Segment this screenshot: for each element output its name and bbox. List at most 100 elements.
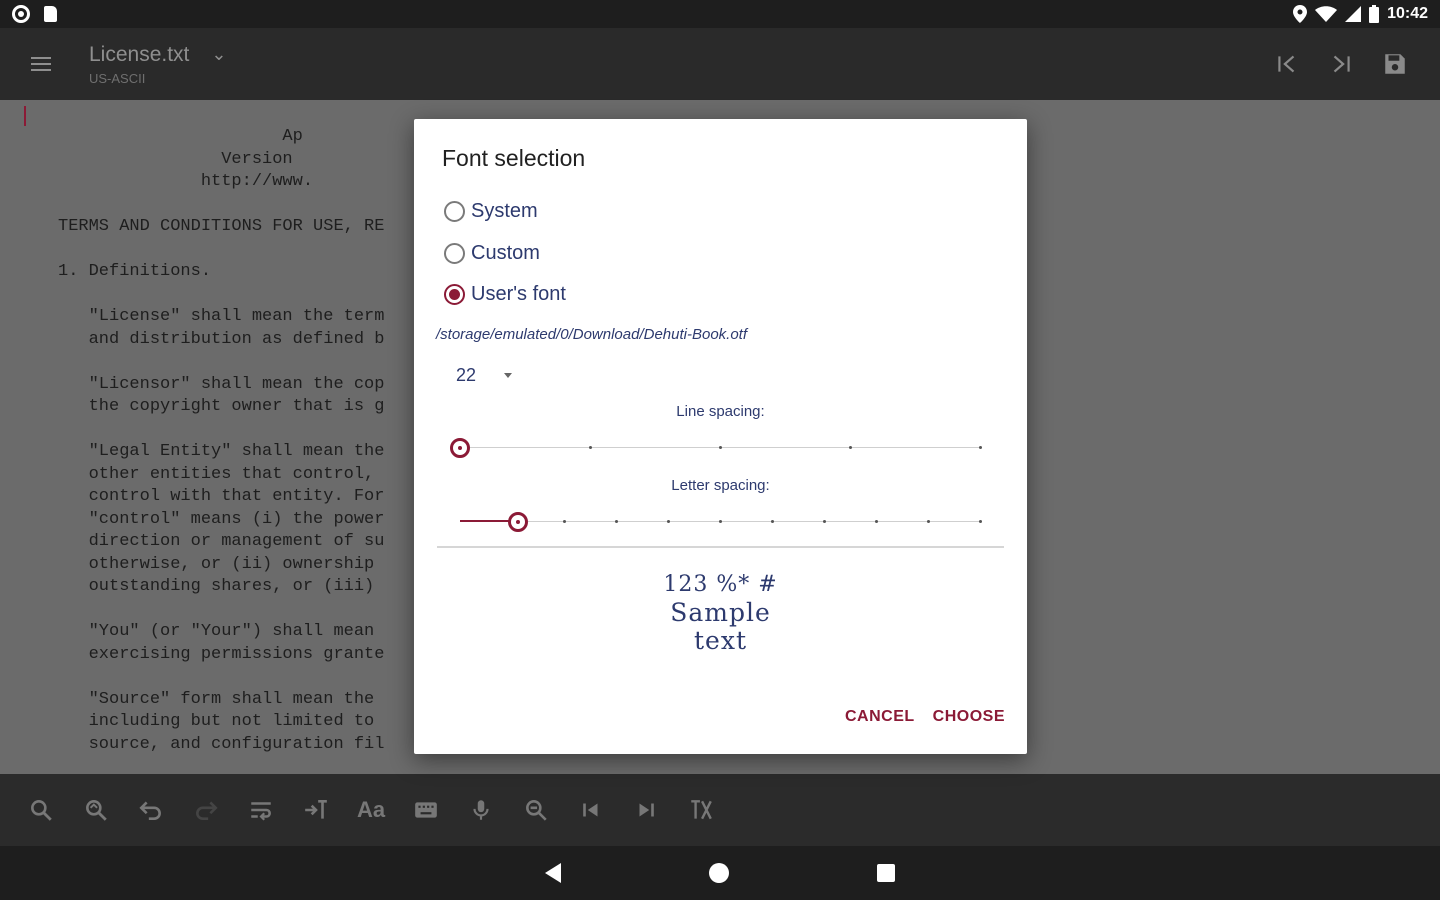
editor-line: "Legal Entity" shall mean the: [58, 442, 385, 461]
font-file-path[interactable]: /storage/emulated/0/Download/Dehuti-Book…: [436, 326, 747, 343]
editor-line: "control" means (i) the power: [58, 509, 385, 529]
sample-line: 123 %* #: [663, 572, 778, 597]
radio-option-system[interactable]: System: [444, 200, 538, 223]
editor-line: Ap: [58, 127, 303, 146]
back-icon[interactable]: [545, 863, 561, 883]
recents-icon[interactable]: [877, 864, 895, 882]
radio-option-custom[interactable]: Custom: [444, 242, 540, 265]
search-replace-icon: [86, 800, 107, 821]
search-replace-button[interactable]: [83, 797, 109, 823]
radio-option-users-font[interactable]: User's font: [444, 283, 566, 306]
slider-tick: [849, 446, 852, 449]
slider-tick: [823, 520, 826, 523]
zoom-icon: [526, 800, 547, 821]
jump-start-icon: [583, 803, 598, 817]
editor-line: including but not limited to: [58, 712, 385, 731]
jump-end-icon: [1333, 55, 1350, 73]
slider-tick: [927, 520, 930, 523]
jump-start-icon: [1278, 55, 1295, 73]
text-cursor: [24, 106, 26, 126]
redo-button[interactable]: [193, 797, 219, 823]
microphone-button[interactable]: [468, 797, 494, 823]
wrap-button[interactable]: [248, 797, 274, 823]
prev-match-button[interactable]: [578, 797, 604, 823]
save-icon: [1385, 54, 1405, 74]
editor-line: and distribution as defined b: [58, 329, 385, 349]
status-bar: 10:42: [0, 0, 1440, 28]
system-nav-bar: [0, 846, 1440, 900]
editor-line: the copyright owner that is g: [58, 397, 385, 416]
radio-button[interactable]: [444, 243, 465, 264]
keyboard-icon: [415, 802, 437, 818]
home-icon[interactable]: [709, 863, 729, 883]
slider-tick: [667, 520, 670, 523]
app-bar: License.txt ⌄ US-ASCII: [0, 28, 1440, 100]
slider-thumb[interactable]: [450, 438, 470, 458]
editor-line: source, and configuration fil: [58, 734, 385, 754]
menu-icon[interactable]: [31, 57, 51, 71]
case-button[interactable]: [688, 797, 714, 823]
line-spacing-label: Line spacing:: [676, 403, 765, 420]
signal-icon: [1345, 6, 1362, 22]
editor-text[interactable]: Ap Version http://www. TERMS AND CONDITI…: [58, 126, 384, 756]
wifi-icon: [1315, 6, 1338, 22]
zoom-button[interactable]: [523, 797, 549, 823]
slider-tick: [563, 520, 566, 523]
editor-line: "Licensor" shall mean the cop: [58, 374, 385, 394]
line-spacing-slider[interactable]: [450, 438, 982, 458]
letter-spacing-slider[interactable]: [460, 512, 982, 532]
font-size-select[interactable]: 22: [456, 365, 513, 386]
file-title: License.txt: [89, 42, 190, 66]
slider-tick: [719, 446, 722, 449]
jump-end-button[interactable]: [1328, 51, 1354, 77]
editor-line: TERMS AND CONDITIONS FOR USE, RE: [58, 217, 385, 236]
status-time: 10:42: [1387, 5, 1428, 22]
slider-tick: [979, 446, 982, 449]
editor-line: 1. Definitions.: [58, 262, 212, 281]
editor-line: otherwise, or (ii) ownership: [58, 554, 385, 574]
next-match-button[interactable]: [633, 797, 659, 823]
sample-line: Sample: [670, 598, 771, 627]
chevron-down-icon[interactable]: ⌄: [211, 44, 226, 65]
font-icon: Aa: [356, 797, 386, 822]
jump-start-button[interactable]: [1274, 51, 1300, 77]
settings-icon: [12, 5, 30, 23]
font-sample-preview: 123 %* # Sample text: [414, 571, 1027, 655]
file-title-block[interactable]: License.txt ⌄ US-ASCII: [89, 43, 226, 86]
case-icon: [691, 800, 712, 820]
battery-icon: [1369, 5, 1380, 23]
slider-tick: [719, 520, 722, 523]
font-selection-dialog: Font selection System Custom User's font…: [414, 119, 1027, 754]
slider-thumb[interactable]: [507, 512, 528, 532]
undo-icon: [139, 801, 161, 820]
editor-line: control with that entity. For: [58, 487, 385, 506]
font-button[interactable]: Aa: [356, 797, 386, 823]
editor-line: "You" (or "Your") shall mean: [58, 622, 385, 641]
slider-tick: [589, 446, 592, 449]
save-button[interactable]: [1382, 51, 1408, 77]
undo-button[interactable]: [138, 797, 164, 823]
choose-button[interactable]: CHOOSE: [933, 708, 1005, 726]
radio-button[interactable]: [444, 201, 465, 222]
search-button[interactable]: [28, 797, 54, 823]
indent-button[interactable]: [303, 797, 329, 823]
jump-end-icon: [639, 803, 654, 817]
radio-label: Custom: [471, 242, 540, 264]
editor-line: exercising permissions grante: [58, 644, 385, 664]
slider-tick: [875, 520, 878, 523]
divider: [437, 546, 1004, 548]
editor-line: http://www.: [58, 172, 314, 191]
cancel-button[interactable]: CANCEL: [845, 708, 915, 726]
editor-line: "Source" form shall mean the: [58, 689, 385, 709]
keyboard-button[interactable]: [413, 797, 439, 823]
sample-line: text: [694, 626, 747, 655]
radio-button[interactable]: [444, 284, 465, 305]
sd-card-icon: [44, 6, 57, 22]
dropdown-arrow-icon: [504, 373, 513, 378]
